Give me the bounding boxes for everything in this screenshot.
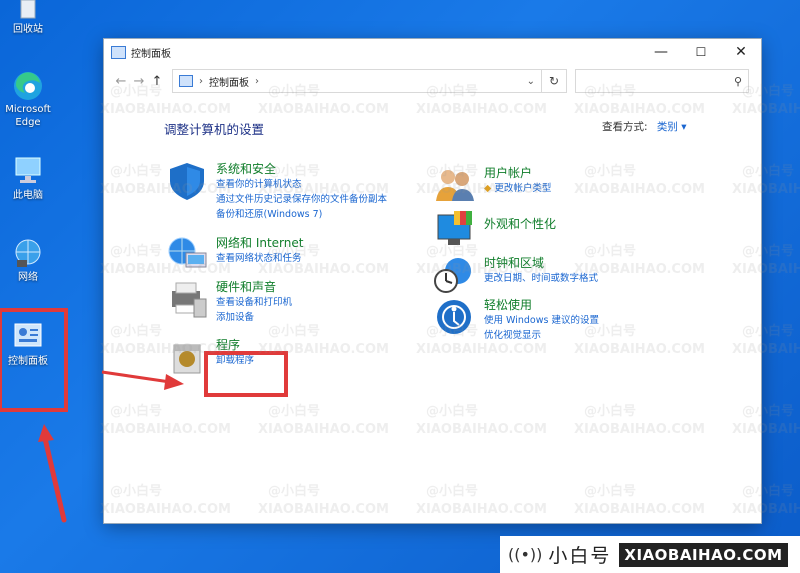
chevron-down-icon[interactable]: ⌄	[527, 76, 535, 87]
broadcast-icon: ((•))	[508, 545, 543, 564]
desktop-icon-this-pc[interactable]: 此电脑	[0, 156, 60, 202]
network-globe-icon	[11, 238, 45, 268]
category-link[interactable]: ◆ 更改帐户类型	[484, 181, 551, 196]
address-row: ← → ↑ › 控制面板 › ⌄ ↻ ⚲	[104, 65, 761, 97]
category-title[interactable]: 轻松使用	[484, 297, 599, 313]
desktop-icon-label: Microsoft Edge	[5, 104, 51, 128]
maximize-button[interactable]: ☐	[681, 39, 721, 65]
desktop-icon-label: 回收站	[13, 24, 43, 35]
category-clock-region: 时钟和区域 更改日期、时间或数字格式	[434, 255, 598, 295]
search-input[interactable]: ⚲	[575, 69, 749, 93]
up-arrow-icon[interactable]: ↑	[148, 74, 166, 89]
title-bar: 控制面板 — ☐ ✕	[104, 39, 761, 65]
category-link[interactable]: 查看网络状态和任务	[216, 251, 303, 266]
category-title[interactable]: 硬件和声音	[216, 279, 292, 295]
control-panel-small-icon	[179, 75, 193, 87]
back-arrow-icon[interactable]: ←	[112, 74, 130, 89]
category-link[interactable]: 查看你的计算机状态	[216, 177, 387, 192]
appearance-icon	[434, 209, 476, 249]
category-link[interactable]: 添加设备	[216, 310, 292, 325]
category-link[interactable]: 查看设备和打印机	[216, 295, 292, 310]
banner-brand-en: XIAOBAIHAO.COM	[619, 542, 788, 567]
category-ease-of-access: 轻松使用 使用 Windows 建议的设置 优化视觉显示	[434, 297, 599, 343]
window-title: 控制面板	[131, 48, 171, 60]
category-link-text: 更改帐户类型	[494, 183, 552, 194]
category-link[interactable]: 优化视觉显示	[484, 328, 599, 343]
address-path[interactable]: 控制面板	[209, 74, 249, 89]
search-icon: ⚲	[733, 74, 742, 88]
minimize-button[interactable]: —	[641, 39, 681, 65]
page-heading: 调整计算机的设置	[164, 122, 265, 137]
banner-brand-cn: 小白号	[548, 545, 612, 567]
desktop-icon-network[interactable]: 网络	[0, 238, 60, 284]
users-icon	[434, 165, 476, 205]
desktop-icon-recycle-bin[interactable]: 回收站	[0, 0, 60, 36]
annotation-arrow-programs	[101, 370, 184, 390]
annotation-arrow-desktop	[38, 424, 67, 523]
highlight-box-uninstall	[204, 351, 288, 397]
clock-globe-icon	[434, 255, 476, 295]
close-button[interactable]: ✕	[721, 39, 761, 65]
desktop-icon-label: 网络	[18, 272, 38, 283]
category-hardware-sound: 硬件和声音 查看设备和打印机 添加设备	[166, 279, 292, 325]
desktop-icon-label: 此电脑	[13, 190, 43, 201]
network-globe-icon	[166, 235, 208, 275]
address-separator: ›	[199, 75, 203, 87]
category-system-security: 系统和安全 查看你的计算机状态 通过文件历史记录保存你的文件备份副本 备份和还原…	[166, 161, 387, 222]
view-by: 查看方式: 类别 ▾	[602, 119, 687, 134]
category-link[interactable]: 更改日期、时间或数字格式	[484, 271, 598, 286]
shield-icon	[166, 161, 208, 201]
address-bar[interactable]: › 控制面板 › ⌄	[172, 69, 542, 93]
desktop-icon-edge[interactable]: Microsoft Edge	[0, 70, 60, 129]
uac-shield-icon: ◆	[484, 183, 492, 194]
category-title[interactable]: 用户帐户	[484, 165, 551, 181]
category-title[interactable]: 系统和安全	[216, 161, 387, 177]
view-by-dropdown[interactable]: 类别 ▾	[657, 121, 687, 133]
category-link[interactable]: 使用 Windows 建议的设置	[484, 313, 599, 328]
printer-icon	[166, 279, 208, 319]
category-title[interactable]: 时钟和区域	[484, 255, 598, 271]
accessibility-icon	[434, 297, 476, 337]
category-title[interactable]: 网络和 Internet	[216, 235, 303, 251]
category-title[interactable]: 外观和个性化	[484, 209, 556, 239]
monitor-icon	[11, 156, 45, 186]
category-link[interactable]: 通过文件历史记录保存你的文件备份副本	[216, 192, 387, 207]
refresh-icon[interactable]: ↻	[542, 69, 567, 93]
forward-arrow-icon[interactable]: →	[130, 74, 148, 89]
highlight-box-desktop	[0, 308, 68, 412]
address-separator-end: ›	[255, 75, 259, 87]
site-banner: ((•)) 小白号 XIAOBAIHAO.COM	[500, 536, 800, 573]
category-user-accounts: 用户帐户 ◆ 更改帐户类型	[434, 165, 551, 205]
view-by-label: 查看方式:	[602, 121, 648, 133]
category-appearance: 外观和个性化	[434, 209, 556, 249]
control-panel-window-icon	[111, 45, 126, 59]
recycle-bin-icon	[11, 0, 45, 20]
control-panel-window: 控制面板 — ☐ ✕ ← → ↑ › 控制面板 › ⌄ ↻ ⚲ 调整计算机的设置…	[104, 39, 761, 523]
edge-icon	[11, 70, 45, 100]
category-network-internet: 网络和 Internet 查看网络状态和任务	[166, 235, 303, 275]
category-link[interactable]: 备份和还原(Windows 7)	[216, 207, 387, 222]
